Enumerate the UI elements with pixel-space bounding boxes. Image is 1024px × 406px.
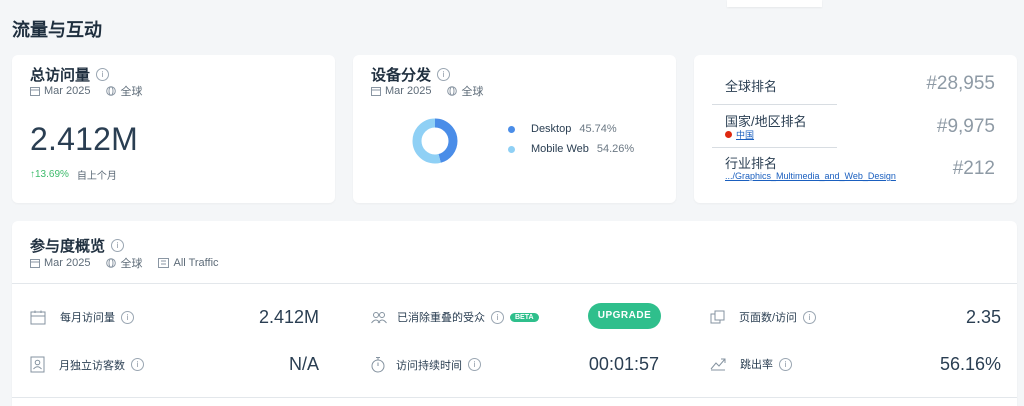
stopwatch-icon (371, 357, 385, 373)
calendar-icon (30, 87, 40, 96)
global-rank-label: 全球排名 (725, 79, 778, 94)
metric-label: 访问持续时间 (396, 359, 462, 372)
change-label: 自上个月 (76, 171, 117, 182)
info-icon[interactable]: i (131, 358, 144, 371)
date-label: Mar 2025 (385, 85, 432, 97)
total-visits-card: 总访问量 i Mar 2025 全球 2.412M ↑13.69% 自上个月 (12, 55, 335, 203)
metric-label: 已消除重叠的受众 (397, 312, 485, 324)
total-visits-title: 总访问量 i (30, 64, 110, 85)
legend-desktop: Desktop 45.74% (508, 123, 634, 135)
globe-icon (447, 86, 458, 96)
divider (12, 283, 1017, 284)
country-rank-value: #9,975 (936, 116, 995, 137)
monthly-visits-label: 每月访问量 i (30, 309, 134, 325)
industry-link[interactable]: .../Graphics_Multimedia_and_Web_Design (725, 171, 896, 181)
info-icon[interactable]: i (437, 68, 451, 81)
metric-label: 跳出率 (740, 359, 773, 371)
info-icon[interactable]: i (779, 357, 792, 371)
visit-duration-label: 访问持续时间 i (370, 356, 481, 373)
dedup-audience-label: 已消除重叠的受众 i BETA (370, 309, 539, 325)
legend-percent: 45.74% (579, 123, 617, 135)
visit-duration-value: 00:01:57 (588, 354, 659, 374)
total-visits-meta: Mar 2025 全球 (30, 83, 142, 99)
info-icon[interactable]: i (468, 358, 481, 371)
device-title: 设备分发 i (371, 64, 451, 85)
top-floating-panel (727, 0, 822, 7)
calendar-icon (371, 87, 381, 96)
industry-rank-value: #212 (952, 158, 995, 179)
unique-visitors-value: N/A (288, 354, 319, 374)
date-label: Mar 2025 (44, 85, 91, 97)
upgrade-button[interactable]: UPGRADE (588, 303, 661, 329)
bounce-rate-value: 56.16% (939, 354, 1001, 374)
date-label: Mar 2025 (44, 257, 91, 269)
region-label: 全球 (120, 86, 143, 98)
calendar-icon (30, 259, 40, 268)
region-label: 全球 (461, 86, 484, 98)
bounce-rate-label: 跳出率 i (710, 356, 792, 372)
users-icon (371, 311, 387, 323)
device-donut-chart[interactable] (411, 117, 459, 165)
metric-label: 月独立访客数 (59, 359, 125, 372)
legend-label: Mobile Web (531, 143, 589, 155)
divider (12, 397, 1017, 398)
info-icon[interactable]: i (121, 310, 134, 324)
change-percent: ↑13.69% (30, 169, 69, 180)
engagement-title: 参与度概览 i (30, 235, 125, 256)
info-icon[interactable]: i (491, 310, 504, 324)
metric-label: 每月访问量 (60, 312, 115, 324)
desktop-dot (508, 125, 515, 133)
country-link[interactable]: 中国 (736, 128, 754, 141)
region-label: 全球 (120, 258, 143, 270)
device-title-text: 设备分发 (371, 67, 432, 84)
engagement-title-text: 参与度概览 (30, 238, 106, 255)
global-rank-value: #28,955 (926, 73, 995, 94)
info-icon[interactable]: i (111, 239, 125, 252)
ranking-card: 全球排名 #28,955 国家/地区排名 中国 #9,975 行业排名 .../… (694, 55, 1017, 203)
traffic-icon (158, 258, 170, 268)
industry-rank-label: 行业排名 (725, 156, 778, 171)
calendar-icon (30, 310, 46, 324)
divider (712, 147, 837, 148)
legend-mobile: Mobile Web 54.26% (508, 143, 634, 155)
unique-visitors-label: 月独立访客数 i (30, 356, 144, 373)
monthly-visits-value: 2.412M (258, 307, 319, 327)
section-title: 流量与互动 (12, 20, 102, 40)
country-link-row: 中国 (725, 128, 754, 141)
globe-icon (106, 258, 117, 268)
visits-change: ↑13.69% 自上个月 (30, 167, 117, 182)
pages-per-visit-value: 2.35 (965, 307, 1001, 327)
traffic-label: All Traffic (173, 257, 219, 269)
china-flag-icon (725, 131, 732, 138)
pages-per-visit-label: 页面数/访问 i (710, 309, 817, 325)
device-legend: Desktop 45.74% Mobile Web 54.26% (508, 123, 634, 155)
device-card: 设备分发 i Mar 2025 全球 Desktop 45.74% Mobile… (353, 55, 676, 203)
legend-label: Desktop (531, 123, 572, 135)
bounce-icon (710, 358, 726, 371)
mobile-dot (508, 145, 515, 153)
visitor-id-icon (30, 356, 45, 373)
beta-badge: BETA (510, 312, 539, 322)
total-visits-title-text: 总访问量 (30, 67, 91, 84)
total-visits-value: 2.412M (30, 121, 138, 157)
legend-percent: 54.26% (596, 143, 635, 155)
engagement-meta: Mar 2025 全球 All Traffic (30, 255, 219, 271)
info-icon[interactable]: i (96, 68, 110, 81)
pages-icon (710, 310, 725, 324)
globe-icon (106, 86, 117, 96)
device-meta: Mar 2025 全球 (371, 83, 483, 99)
divider (712, 104, 837, 105)
metric-label: 页面数/访问 (739, 312, 798, 324)
engagement-card: 参与度概览 i Mar 2025 全球 All Traffic 每月访问量 i … (12, 221, 1017, 406)
info-icon[interactable]: i (803, 310, 817, 324)
